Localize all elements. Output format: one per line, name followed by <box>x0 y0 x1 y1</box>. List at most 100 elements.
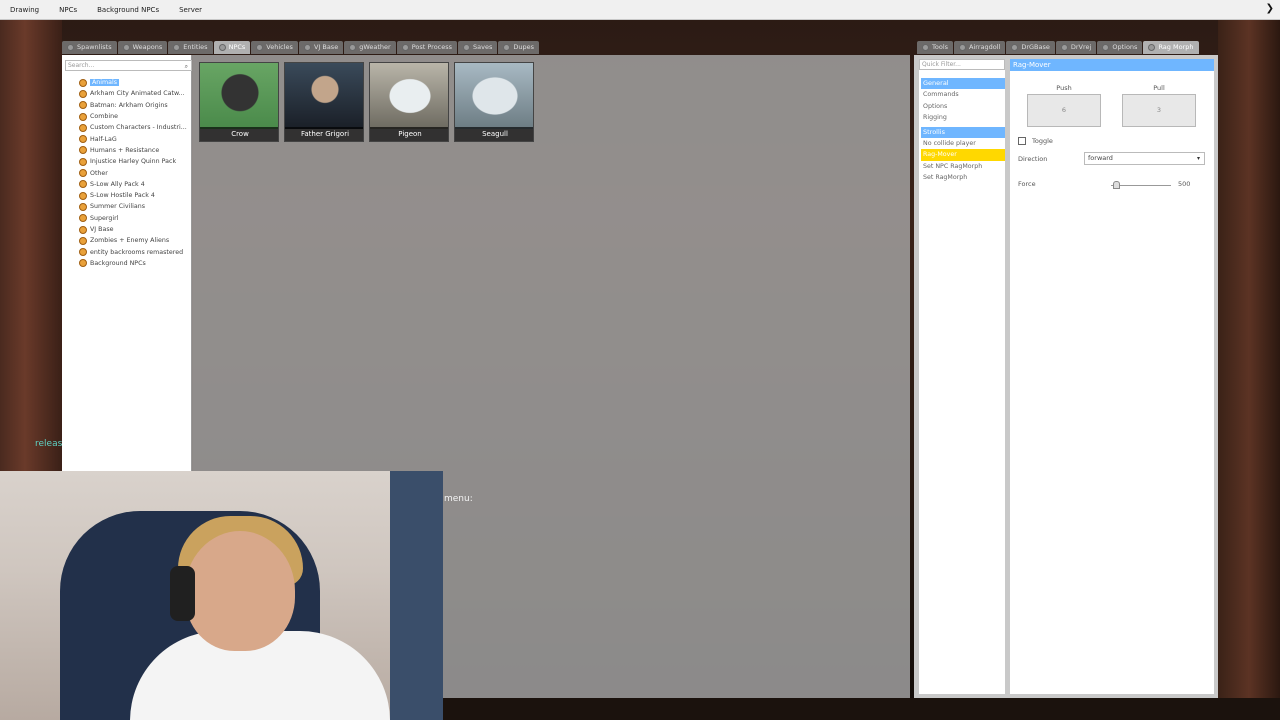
crow-thumbnail <box>200 63 278 129</box>
tool-item-commands[interactable]: Commands <box>921 89 1005 101</box>
menu-server[interactable]: Server <box>169 6 212 14</box>
search-icon[interactable]: ⌕ <box>185 62 188 71</box>
category-search-input[interactable]: Search... ⌕ <box>65 60 192 71</box>
tab-tools[interactable]: Tools <box>917 41 954 54</box>
folder-icon <box>79 202 87 211</box>
saves-icon <box>463 44 471 51</box>
menu-drawing[interactable]: Drawing <box>0 6 49 14</box>
tab-npcs[interactable]: NPCs <box>213 41 251 54</box>
wrench-icon <box>1060 44 1068 51</box>
tab-saves[interactable]: Saves <box>458 41 498 54</box>
tree-item[interactable]: Zombies + Enemy Aliens <box>79 235 192 246</box>
tool-item-rag-mover[interactable]: Rag-Mover <box>921 149 1005 161</box>
toggle-row: Toggle <box>1018 137 1053 145</box>
chevron-down-icon: ▾ <box>1196 155 1200 162</box>
entities-icon <box>173 44 181 51</box>
chat-text: releas <box>35 439 63 449</box>
post-process-icon <box>401 44 409 51</box>
toggle-checkbox[interactable] <box>1018 137 1026 145</box>
tree-item[interactable]: Humans + Resistance <box>79 145 192 156</box>
tree-item[interactable]: Injustice Harley Quinn Pack <box>79 156 192 167</box>
person-face <box>185 531 295 651</box>
tab-weapons[interactable]: Weapons <box>117 41 168 54</box>
tab-gweather[interactable]: gWeather <box>344 41 396 54</box>
tool-item-set-npc-ragmorph[interactable]: Set NPC RagMorph <box>921 161 1005 173</box>
npc-card-seagull[interactable]: Seagull <box>454 62 534 142</box>
menu-hint-text: menu: <box>444 494 473 504</box>
force-label: Force <box>1018 180 1036 188</box>
tool-title: Rag-Mover <box>1010 59 1214 71</box>
wrench-icon <box>959 44 967 51</box>
menubar-close-icon[interactable]: ❯ <box>1266 3 1274 14</box>
folder-icon <box>79 146 87 155</box>
tree-item[interactable]: Arkham City Animated Catw... <box>79 88 192 99</box>
direction-dropdown[interactable]: forward ▾ <box>1084 152 1205 165</box>
contextmenu-body: Quick Filter... General Commands Options… <box>914 55 1218 698</box>
force-slider-track[interactable] <box>1111 185 1171 186</box>
tree-item[interactable]: Half-LaG <box>79 133 192 144</box>
game-scene-right <box>1218 20 1280 720</box>
tool-settings-panel: Rag-Mover Push 6 Pull 3 Toggle Direction… <box>1010 59 1214 694</box>
npc-icon-grid: Crow Father Grigori Pigeon Seagull <box>199 62 534 142</box>
category-general[interactable]: General <box>921 78 1005 89</box>
tree-item[interactable]: Supergirl <box>79 213 192 224</box>
tree-item-animals[interactable]: Animals <box>79 77 192 88</box>
tab-vj-base[interactable]: VJ Base <box>298 41 344 54</box>
tab-post-process[interactable]: Post Process <box>396 41 458 54</box>
toggle-label: Toggle <box>1032 137 1053 145</box>
weapons-icon <box>122 44 130 51</box>
vehicles-icon <box>256 44 264 51</box>
wrench-icon <box>1011 44 1019 51</box>
npc-card-crow[interactable]: Crow <box>199 62 279 142</box>
quick-filter-input[interactable]: Quick Filter... <box>919 59 1005 70</box>
push-key-button[interactable]: 6 <box>1027 94 1101 127</box>
force-slider-handle[interactable] <box>1113 181 1120 189</box>
tree-item[interactable]: Combine <box>79 111 192 122</box>
npc-category-tree: Animals Arkham City Animated Catw... Bat… <box>79 77 192 269</box>
tab-vehicles[interactable]: Vehicles <box>251 41 298 54</box>
background-door <box>390 471 443 720</box>
folder-icon <box>79 123 87 132</box>
tab-drgbase[interactable]: DrGBase <box>1006 41 1055 54</box>
tree-item[interactable]: S-Low Ally Pack 4 <box>79 179 192 190</box>
contextmenu-tabs: Tools Airragdoll DrGBase DrVrej Options … <box>917 41 1218 55</box>
menu-npcs[interactable]: NPCs <box>49 6 87 14</box>
tab-drvrej[interactable]: DrVrej <box>1055 41 1097 54</box>
folder-icon <box>79 135 87 144</box>
folder-icon <box>79 225 87 234</box>
tool-item-options[interactable]: Options <box>921 101 1005 113</box>
weather-icon <box>349 44 357 51</box>
top-menubar: Drawing NPCs Background NPCs Server ❯ <box>0 0 1280 20</box>
tool-item-rigging[interactable]: Rigging <box>921 112 1005 124</box>
tab-entities[interactable]: Entities <box>168 41 213 54</box>
folder-icon <box>79 214 87 223</box>
tree-item[interactable]: entity backrooms remastered <box>79 246 192 257</box>
pull-label: Pull <box>1153 84 1165 92</box>
tree-item[interactable]: Custom Characters - Industri... <box>79 122 192 133</box>
category-strollis[interactable]: Strollis <box>921 126 1005 138</box>
tab-airragdoll[interactable]: Airragdoll <box>954 41 1006 54</box>
menu-background-npcs[interactable]: Background NPCs <box>87 6 169 14</box>
tab-spawnlists[interactable]: Spawnlists <box>62 41 117 54</box>
tool-item-set-ragmorph[interactable]: Set RagMorph <box>921 172 1005 184</box>
tree-item[interactable]: S-Low Hostile Pack 4 <box>79 190 192 201</box>
tab-rag-morph[interactable]: Rag Morph <box>1143 41 1199 54</box>
tool-list-panel: Quick Filter... General Commands Options… <box>919 59 1005 694</box>
tree-item[interactable]: Other <box>79 167 192 178</box>
tab-options[interactable]: Options <box>1097 41 1143 54</box>
tool-item-no-collide-player[interactable]: No collide player <box>921 138 1005 150</box>
tree-item[interactable]: Background NPCs <box>79 258 192 269</box>
tree-item[interactable]: Batman: Arkham Origins <box>79 100 192 111</box>
npc-card-father-grigori[interactable]: Father Grigori <box>284 62 364 142</box>
wrench-icon <box>922 44 929 51</box>
npc-card-pigeon[interactable]: Pigeon <box>369 62 449 142</box>
wrench-icon <box>1102 44 1110 51</box>
folder-icon <box>79 248 87 257</box>
tab-dupes[interactable]: Dupes <box>498 41 540 54</box>
pull-key-button[interactable]: 3 <box>1122 94 1196 127</box>
pigeon-thumbnail <box>370 63 448 129</box>
folder-icon <box>79 101 87 110</box>
tree-item[interactable]: Summer Civilians <box>79 201 192 212</box>
tree-item[interactable]: VJ Base <box>79 224 192 235</box>
spawnlists-icon <box>67 44 74 51</box>
